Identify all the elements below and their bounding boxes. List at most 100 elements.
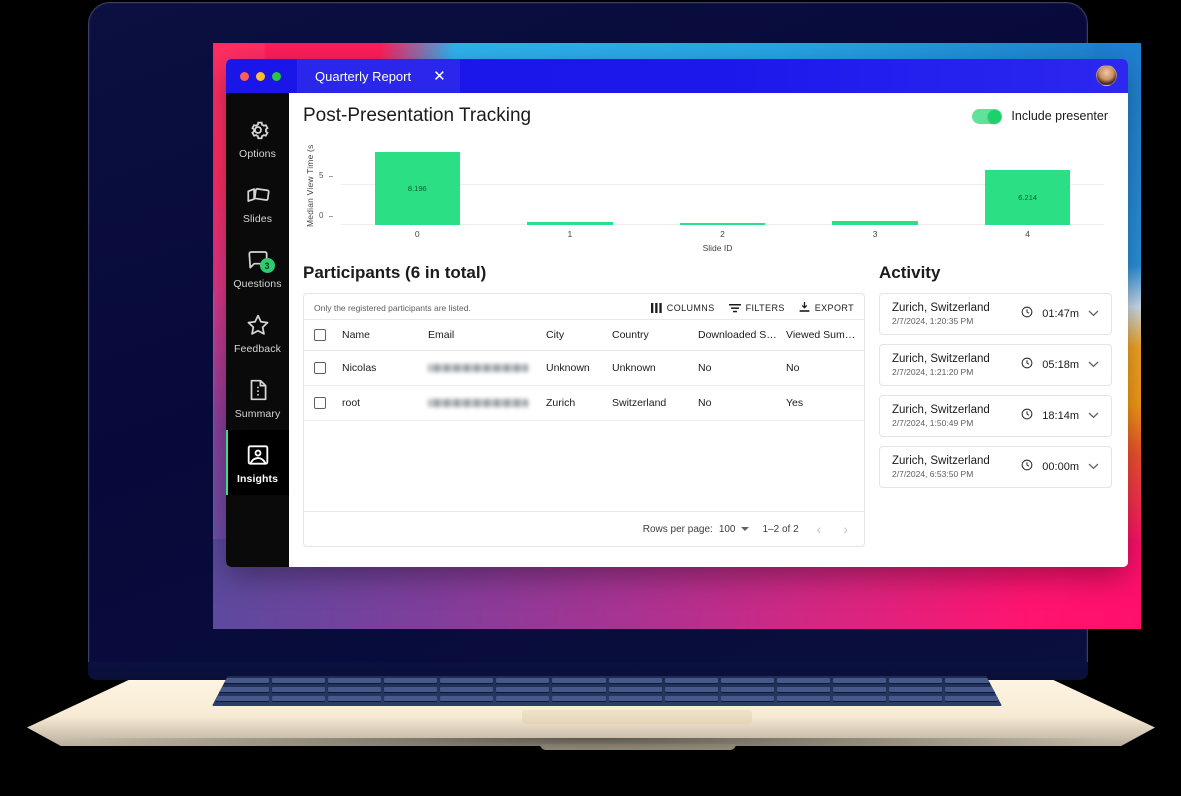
cell-email — [424, 350, 542, 386]
export-label: EXPORT — [814, 302, 854, 313]
cell-country: Switzerland — [608, 385, 694, 421]
view-time-bar-chart: Median View Time (s 0 5 8.196 0 1 2 3 6.… — [303, 137, 1112, 253]
activity-duration: 05:18m — [1042, 359, 1079, 371]
sidebar-item-summary[interactable]: Summary — [226, 365, 289, 430]
laptop-lid: Quarterly Report ✕ Options Slides 3 Ques… — [88, 2, 1141, 674]
sidebar-item-insights[interactable]: Insights — [226, 430, 289, 495]
table-toolbar: Only the registered participants are lis… — [304, 294, 864, 319]
sidebar-item-questions[interactable]: 3 Questions — [226, 235, 289, 300]
chart-xtick-label: 0 — [414, 229, 420, 239]
activity-item-info: Zurich, Switzerland 2/7/2024, 6:53:50 PM — [892, 455, 990, 479]
columns-icon — [650, 302, 662, 313]
toggle-label: Include presenter — [1011, 109, 1108, 123]
participants-table-card: Only the registered participants are lis… — [303, 293, 865, 547]
column-header-downloaded[interactable]: Downloaded Sl… — [694, 319, 782, 351]
chart-bar[interactable] — [679, 223, 766, 225]
slides-icon — [245, 182, 271, 208]
activity-item[interactable]: Zurich, Switzerland 2/7/2024, 1:50:49 PM 1… — [879, 395, 1112, 437]
clock-icon — [1021, 407, 1033, 425]
content-header: Post-Presentation Tracking Include prese… — [303, 105, 1112, 127]
download-icon — [799, 302, 810, 313]
close-window-button[interactable] — [240, 71, 249, 81]
prev-page-button[interactable]: ‹ — [813, 521, 826, 537]
clock-icon — [1021, 356, 1033, 374]
minimize-window-button[interactable] — [256, 71, 265, 81]
chart-ytick-0: 0 — [319, 211, 333, 220]
activity-location: Zurich, Switzerland — [892, 353, 990, 365]
activity-timestamp: 2/7/2024, 1:50:49 PM — [892, 418, 974, 428]
table-pagination: Rows per page: 100 1–2 of 2 ‹ › — [304, 511, 864, 546]
chart-bar-value: 6.214 — [1018, 192, 1038, 202]
activity-duration: 00:00m — [1042, 461, 1079, 473]
activity-title: Activity — [879, 263, 941, 282]
clock-icon — [1021, 305, 1033, 323]
rows-per-page-label: Rows per page: — [642, 523, 713, 535]
toggle-switch[interactable] — [972, 108, 1003, 124]
sidebar-item-feedback[interactable]: Feedback — [226, 300, 289, 365]
column-header-city[interactable]: City — [542, 319, 608, 351]
laptop-keyboard — [212, 676, 1002, 706]
columns-button[interactable]: COLUMNS — [650, 302, 715, 313]
chart-xtick-label: 4 — [1025, 229, 1031, 239]
chevron-down-icon[interactable] — [1088, 410, 1099, 422]
chart-bar[interactable] — [832, 220, 918, 225]
filters-button[interactable]: FILTERS — [728, 302, 785, 313]
sidebar-item-slides[interactable]: Slides — [226, 170, 289, 235]
chart-bar[interactable] — [527, 222, 613, 225]
cell-downloaded: No — [694, 385, 782, 421]
next-page-button[interactable]: › — [839, 521, 852, 537]
page-title: Post-Presentation Tracking — [303, 105, 532, 126]
chevron-down-icon[interactable] — [1088, 308, 1099, 320]
table-tools: COLUMNS FILTERS EXPORT — [650, 302, 854, 313]
chart-bar[interactable]: 6.214 — [984, 169, 1071, 225]
sidebar-item-label: Summary — [234, 408, 281, 420]
cell-viewed: No — [782, 350, 864, 386]
export-button[interactable]: EXPORT — [799, 302, 854, 313]
cell-city: Zurich — [542, 385, 608, 421]
table-empty-space — [304, 421, 864, 511]
cell-name: root — [338, 385, 424, 421]
select-all-header[interactable] — [304, 319, 338, 351]
row-select-cell[interactable] — [304, 350, 338, 386]
maximize-window-button[interactable] — [272, 71, 281, 81]
table-row[interactable]: Nicolas Unknown Unknown No No — [304, 350, 864, 386]
browser-tab[interactable]: Quarterly Report ✕ — [297, 59, 460, 93]
column-header-country[interactable]: Country — [608, 319, 694, 351]
column-header-name[interactable]: Name — [338, 319, 424, 351]
filter-icon — [728, 303, 741, 313]
rows-per-page-select[interactable]: 100 — [719, 524, 749, 535]
row-select-cell[interactable] — [304, 385, 338, 421]
activity-item[interactable]: Zurich, Switzerland 2/7/2024, 6:53:50 PM 0… — [879, 446, 1112, 488]
activity-item[interactable]: Zurich, Switzerland 2/7/2024, 1:20:35 PM 0… — [879, 293, 1112, 335]
sidebar-item-options[interactable]: Options — [226, 105, 289, 170]
gear-icon — [245, 117, 271, 143]
laptop-shadow — [62, 738, 1122, 758]
row-checkbox[interactable] — [314, 362, 326, 374]
column-header-viewed[interactable]: Viewed Summ… — [782, 319, 864, 351]
redacted-email — [428, 399, 528, 407]
activity-duration: 01:47m — [1042, 308, 1079, 320]
select-all-checkbox[interactable] — [314, 329, 326, 341]
chart-xtick-label: 1 — [567, 229, 573, 239]
chevron-down-icon[interactable] — [1088, 461, 1099, 473]
laptop-trackpad — [522, 710, 752, 724]
row-checkbox[interactable] — [314, 397, 326, 409]
table-row[interactable]: root Zurich Switzerland No Yes — [304, 385, 864, 421]
filters-label: FILTERS — [745, 302, 785, 313]
sidebar-item-label: Feedback — [234, 343, 281, 355]
include-presenter-toggle[interactable]: Include presenter — [972, 108, 1108, 124]
chart-bar-value: 8.196 — [407, 184, 427, 194]
main-content: Post-Presentation Tracking Include prese… — [289, 93, 1128, 567]
table-header-row: Name Email City Country Downloaded Sl… V… — [304, 319, 864, 351]
pagination-range: 1–2 of 2 — [762, 523, 799, 535]
chart-bar-group: 6.214 4 — [951, 139, 1104, 241]
avatar[interactable] — [1096, 65, 1117, 86]
window-controls[interactable] — [226, 71, 281, 81]
chevron-down-icon[interactable] — [1088, 359, 1099, 371]
close-icon[interactable]: ✕ — [433, 69, 446, 84]
activity-section: Activity Zurich, Switzerland 2/7/2024, 1:… — [879, 263, 1112, 547]
column-header-email[interactable]: Email — [424, 319, 542, 351]
table-hint: Only the registered participants are lis… — [314, 302, 471, 313]
chart-bar[interactable]: 8.196 — [374, 152, 460, 225]
activity-item[interactable]: Zurich, Switzerland 2/7/2024, 1:21:20 PM 0… — [879, 344, 1112, 386]
